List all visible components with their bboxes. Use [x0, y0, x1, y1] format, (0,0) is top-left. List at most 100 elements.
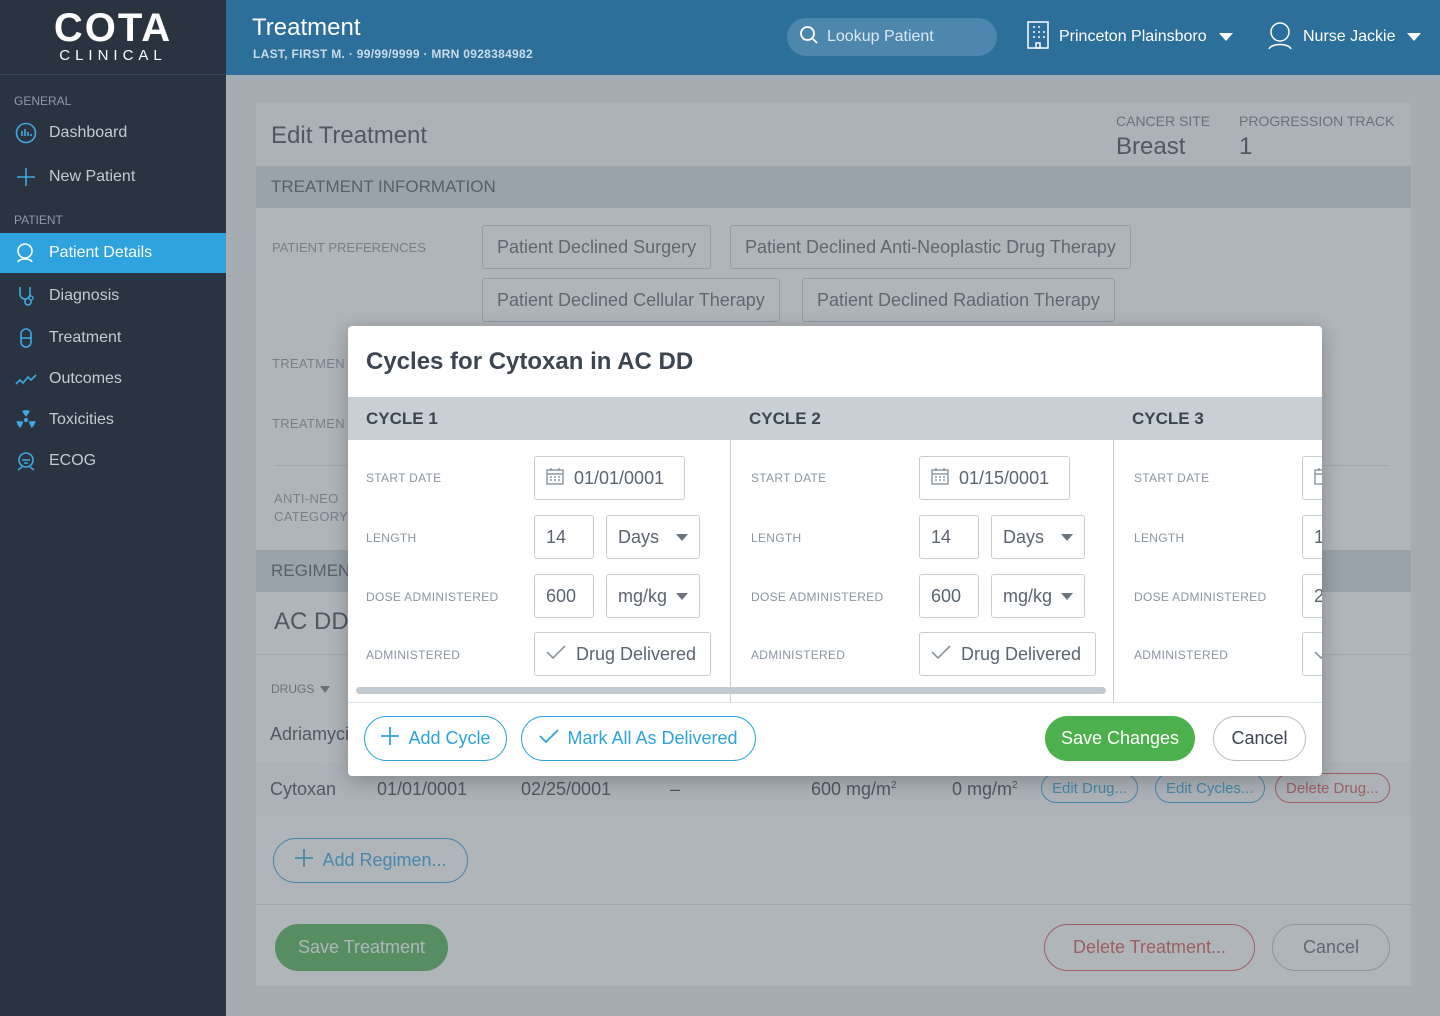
- sidebar-item-label: Patient Details: [49, 244, 153, 261]
- user-name: Nurse Jackie: [1303, 28, 1396, 45]
- sidebar-item-toxicities[interactable]: Toxicities: [0, 400, 226, 440]
- checkmark-icon: [1314, 644, 1322, 665]
- app-header: Treatment LAST, FIRST M. · 99/99/9999 · …: [226, 0, 1440, 75]
- sidebar-item-diagnosis[interactable]: Diagnosis: [0, 276, 226, 316]
- dose-unit-select[interactable]: mg/kg: [991, 574, 1085, 618]
- start-date-field[interactable]: [1302, 456, 1322, 500]
- capsule-icon: [14, 326, 38, 350]
- chevron-down-icon: [1061, 533, 1073, 541]
- sidebar: COTA CLINICAL GENERAL Dashboard New Pati…: [0, 0, 226, 1016]
- dose-label: DOSE ADMINISTERED: [751, 590, 884, 604]
- patient-summary: LAST, FIRST M. · 99/99/9999 · MRN 092838…: [253, 47, 533, 61]
- length-label: LENGTH: [366, 531, 417, 545]
- nav-section-general: GENERAL: [14, 94, 72, 108]
- search-icon: [799, 25, 819, 50]
- save-changes-button[interactable]: Save Changes: [1045, 716, 1195, 761]
- drug-delivered-toggle[interactable]: Drug Delivered: [919, 632, 1096, 676]
- start-date-label: START DATE: [1134, 471, 1210, 485]
- divider: [348, 702, 1322, 703]
- cycle-column-3: CYCLE 3 START DATE LENGTH 1 DOSE ADMINIS…: [1114, 397, 1322, 702]
- drug-delivered-toggle[interactable]: [1302, 632, 1322, 676]
- nav-section-patient: PATIENT: [14, 213, 63, 227]
- sidebar-item-label: ECOG: [49, 452, 97, 469]
- plus-icon: [14, 165, 38, 189]
- sidebar-item-outcomes[interactable]: Outcomes: [0, 359, 226, 399]
- checkmark-icon: [539, 728, 560, 749]
- calendar-icon: [546, 467, 564, 490]
- administered-value: Drug Delivered: [576, 643, 697, 664]
- sidebar-item-label: Toxicities: [49, 411, 114, 428]
- sidebar-item-dashboard[interactable]: Dashboard: [0, 113, 226, 153]
- start-date-field[interactable]: 01/01/0001: [534, 456, 685, 500]
- sidebar-item-new-patient[interactable]: New Patient: [0, 157, 226, 197]
- sidebar-item-label: Treatment: [49, 329, 122, 346]
- dose-unit-select[interactable]: mg/kg: [606, 574, 700, 618]
- lookup-patient[interactable]: [787, 18, 997, 56]
- dose-label: DOSE ADMINISTERED: [366, 590, 499, 604]
- radiation-icon: [14, 408, 38, 432]
- dose-label: DOSE ADMINISTERED: [1134, 590, 1267, 604]
- add-cycle-label: Add Cycle: [408, 728, 491, 748]
- dose-input[interactable]: 600: [919, 574, 979, 618]
- length-unit-value: Days: [1003, 526, 1045, 547]
- calendar-icon: [1314, 467, 1322, 490]
- chevron-down-icon: [1218, 33, 1233, 41]
- start-date-field[interactable]: 01/15/0001: [919, 456, 1070, 500]
- cycle-column-2: CYCLE 2 START DATE 01/15/0001 LENGTH 14 …: [731, 397, 1113, 702]
- sidebar-item-ecog[interactable]: ECOG: [0, 441, 226, 481]
- cycle-title: CYCLE 2: [749, 408, 821, 428]
- checkmark-icon: [546, 644, 566, 665]
- cycles-modal: Cycles for Cytoxan in AC DD CYCLE 1 STAR…: [348, 326, 1322, 776]
- logo[interactable]: COTA CLINICAL: [0, 0, 226, 75]
- mark-all-delivered-button[interactable]: Mark All As Delivered: [521, 716, 756, 761]
- trend-icon: [14, 367, 38, 391]
- sidebar-item-label: New Patient: [49, 168, 136, 185]
- length-unit-value: Days: [618, 526, 660, 547]
- start-date-label: START DATE: [366, 471, 442, 485]
- sidebar-item-patient-details[interactable]: Patient Details: [0, 233, 226, 273]
- drug-delivered-toggle[interactable]: Drug Delivered: [534, 632, 711, 676]
- user-menu[interactable]: Nurse Jackie: [1265, 20, 1422, 55]
- length-unit-select[interactable]: Days: [606, 515, 700, 559]
- administered-label: ADMINISTERED: [366, 648, 461, 662]
- add-cycle-button[interactable]: Add Cycle: [364, 716, 507, 761]
- length-input[interactable]: 14: [919, 515, 979, 559]
- administered-value: Drug Delivered: [961, 643, 1082, 664]
- dashboard-icon: [14, 121, 38, 145]
- user-avatar-icon: [1265, 20, 1295, 55]
- modal-title: Cycles for Cytoxan in AC DD: [366, 348, 694, 375]
- dose-input[interactable]: 2: [1302, 574, 1322, 618]
- chevron-down-icon: [676, 592, 688, 600]
- sidebar-item-label: Outcomes: [49, 370, 122, 387]
- horizontal-scrollbar[interactable]: [356, 687, 1106, 694]
- start-date-value: 01/15/0001: [959, 467, 1050, 488]
- chevron-down-icon: [676, 533, 688, 541]
- cycle-title: CYCLE 1: [366, 408, 438, 428]
- chevron-down-icon: [1061, 592, 1073, 600]
- logo-main: COTA: [53, 5, 173, 50]
- administered-label: ADMINISTERED: [751, 648, 846, 662]
- sidebar-item-treatment[interactable]: Treatment: [0, 318, 226, 358]
- cycle-column-1: CYCLE 1 START DATE 01/01/0001 LENGTH 14 …: [348, 397, 730, 702]
- facility-dropdown[interactable]: Princeton Plainsboro: [1027, 20, 1233, 54]
- mark-all-label: Mark All As Delivered: [567, 728, 738, 748]
- logo-sub: CLINICAL: [59, 46, 167, 64]
- search-input[interactable]: [827, 28, 977, 46]
- cycle-title: CYCLE 3: [1132, 408, 1204, 428]
- dose-unit-value: mg/kg: [618, 585, 668, 606]
- start-date-label: START DATE: [751, 471, 827, 485]
- patient-icon: [14, 241, 38, 265]
- length-input[interactable]: 14: [534, 515, 594, 559]
- length-unit-select[interactable]: Days: [991, 515, 1085, 559]
- dose-input[interactable]: 600: [534, 574, 594, 618]
- sidebar-item-label: Dashboard: [49, 124, 128, 141]
- ecog-icon: [14, 449, 38, 473]
- start-date-value: 01/01/0001: [574, 467, 665, 488]
- sidebar-item-label: Diagnosis: [49, 287, 120, 304]
- modal-cancel-button[interactable]: Cancel: [1213, 716, 1306, 761]
- page-title: Treatment: [252, 14, 361, 41]
- stethoscope-icon: [14, 284, 38, 308]
- length-label: LENGTH: [751, 531, 802, 545]
- calendar-icon: [931, 467, 949, 490]
- length-input[interactable]: 1: [1302, 515, 1322, 559]
